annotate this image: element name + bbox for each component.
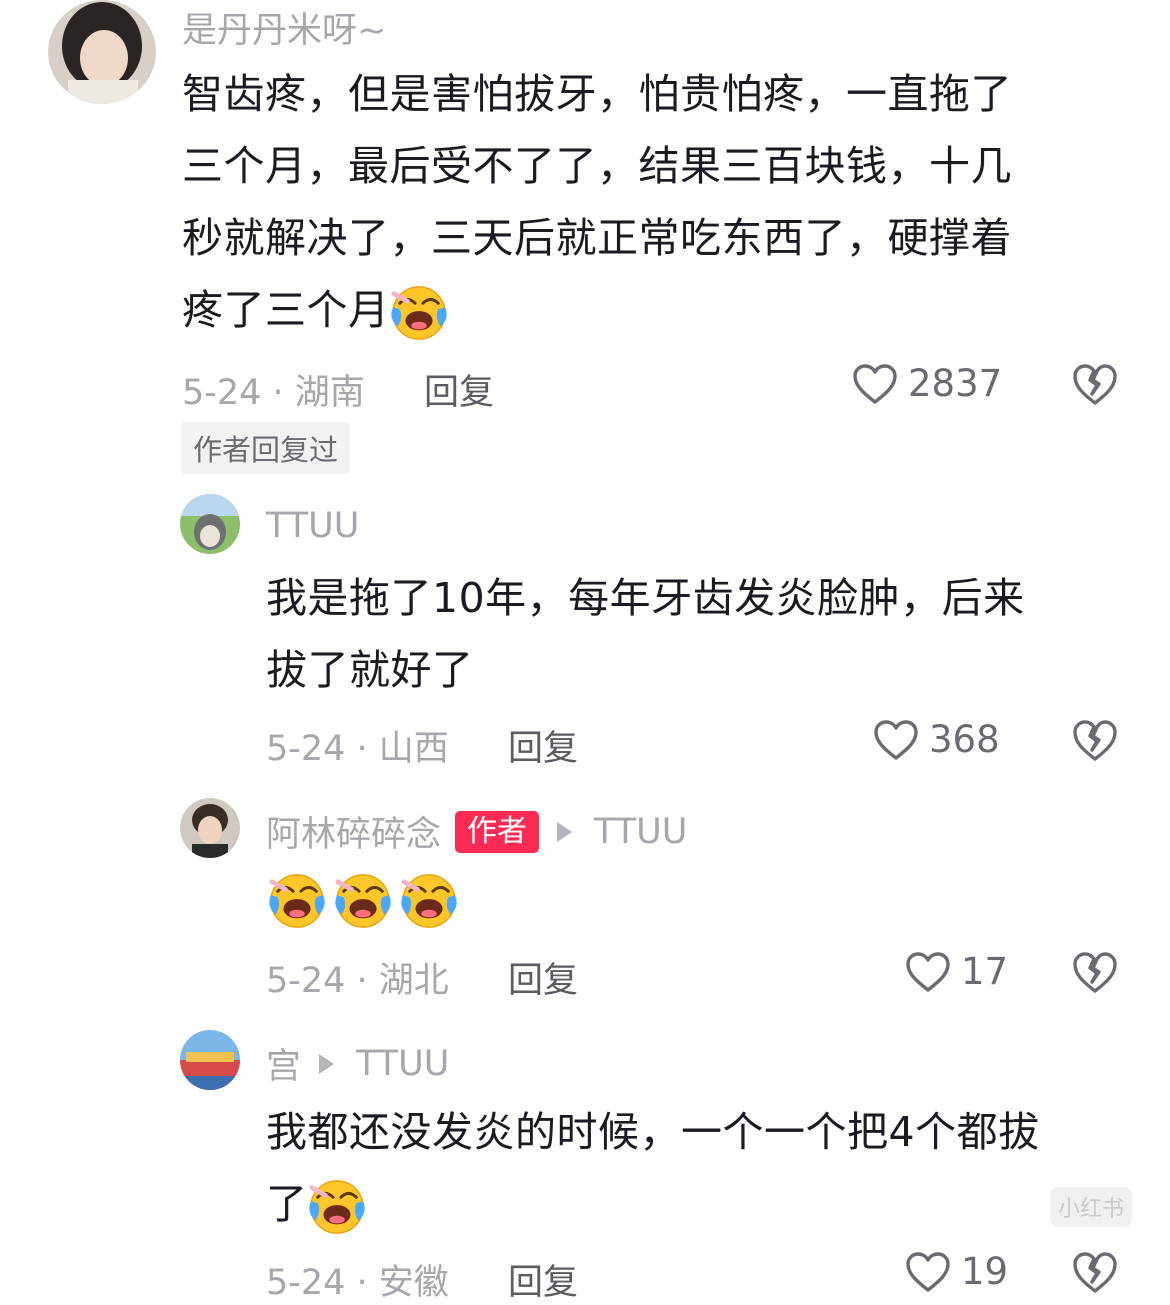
like-count: 17 bbox=[961, 950, 1009, 993]
comment-line: 智齿疼，但是害怕拔牙，怕贵怕疼，一直拖了 bbox=[182, 70, 1012, 118]
dislike-button[interactable] bbox=[1072, 362, 1118, 406]
comment-line: 三个月，最后受不了了，结果三百块钱，十几 bbox=[182, 142, 1012, 190]
avatar-image bbox=[180, 798, 240, 858]
reply-button[interactable]: 回复 bbox=[508, 720, 578, 771]
like-count: 368 bbox=[929, 718, 1000, 761]
comment-text: 智齿疼，但是害怕拔牙，怕贵怕疼，一直拖了 三个月，最后受不了了，结果三百块钱，十… bbox=[182, 58, 1122, 346]
avatar-image bbox=[180, 1030, 240, 1090]
comment-line: 秒就解决了，三天后就正常吃东西了，硬撑着 bbox=[182, 214, 1012, 262]
comment-username[interactable]: 是丹丹米呀~ bbox=[182, 2, 386, 53]
comment-line: 了 bbox=[266, 1168, 1126, 1240]
like-button[interactable]: 17 bbox=[905, 950, 1008, 993]
dislike-button[interactable] bbox=[1072, 950, 1118, 994]
laugh-cry-emoji bbox=[400, 872, 458, 930]
emoji-row bbox=[268, 872, 458, 930]
date-location: 5-24 · 安徽 bbox=[266, 1263, 449, 1303]
comment-username[interactable]: 阿林碎碎念 bbox=[266, 806, 441, 857]
avatar[interactable] bbox=[180, 798, 240, 858]
comment-line-text: 了 bbox=[266, 1180, 308, 1228]
reply-button[interactable]: 回复 bbox=[424, 364, 494, 415]
avatar[interactable] bbox=[180, 1030, 240, 1090]
comment-text: 我都还没发炎的时候，一个一个把4个都拔 了 bbox=[266, 1096, 1126, 1240]
reply-to-username[interactable]: TTUU bbox=[594, 812, 687, 852]
comment-line: 我都还没发炎的时候，一个一个把4个都拔 bbox=[266, 1108, 1040, 1156]
broken-heart-icon bbox=[1072, 718, 1118, 762]
laugh-cry-emoji bbox=[268, 872, 326, 930]
broken-heart-icon bbox=[1072, 362, 1118, 406]
like-button[interactable]: 368 bbox=[873, 718, 1000, 761]
reply-button[interactable]: 回复 bbox=[508, 1254, 578, 1305]
avatar[interactable] bbox=[48, 0, 156, 104]
author-replied-chip: 作者回复过 bbox=[181, 422, 351, 474]
comment-line: 我是拖了10年，每年牙齿发炎脸肿，后来 bbox=[266, 574, 1025, 622]
reply-button[interactable]: 回复 bbox=[508, 952, 578, 1003]
comment-line: 拔了就好了 bbox=[266, 646, 474, 694]
author-badge: 作者 bbox=[455, 810, 540, 853]
broken-heart-icon bbox=[1072, 950, 1118, 994]
like-button[interactable]: 19 bbox=[905, 1250, 1008, 1293]
heart-icon bbox=[873, 719, 919, 761]
dislike-button[interactable] bbox=[1072, 1250, 1118, 1294]
comment-line-text: 疼了三个月 bbox=[182, 286, 390, 334]
like-button[interactable]: 2837 bbox=[852, 362, 1002, 405]
dislike-button[interactable] bbox=[1072, 718, 1118, 762]
comment-header: 宫 TTUU bbox=[266, 1038, 449, 1089]
broken-heart-icon bbox=[1072, 1250, 1118, 1294]
heart-icon bbox=[905, 951, 951, 993]
laugh-cry-emoji bbox=[334, 872, 392, 930]
heart-icon bbox=[905, 1251, 951, 1293]
laugh-cry-emoji bbox=[390, 284, 448, 342]
comment-line: 疼了三个月 bbox=[182, 274, 1122, 346]
comment-header: 阿林碎碎念 作者 TTUU bbox=[266, 806, 687, 857]
reply-to-username[interactable]: TTUU bbox=[356, 1044, 449, 1084]
comment-username[interactable]: TTUU bbox=[266, 506, 359, 546]
avatar[interactable] bbox=[180, 494, 240, 554]
avatar-image bbox=[180, 494, 240, 554]
heart-icon bbox=[852, 363, 898, 405]
like-count: 19 bbox=[961, 1250, 1009, 1293]
date-location: 5-24 · 湖北 bbox=[266, 961, 449, 1001]
laugh-cry-emoji bbox=[308, 1178, 366, 1236]
watermark: 小红书 bbox=[1050, 1187, 1132, 1227]
comment-text: 我是拖了10年，每年牙齿发炎脸肿，后来 拔了就好了 bbox=[266, 562, 1126, 706]
date-location: 5-24 · 山西 bbox=[266, 729, 449, 769]
date-location: 5-24 · 湖南 bbox=[182, 373, 365, 413]
comment-username[interactable]: 宫 bbox=[266, 1038, 301, 1089]
like-count: 2837 bbox=[908, 362, 1003, 405]
avatar-image bbox=[48, 0, 156, 104]
arrow-right-icon bbox=[319, 1053, 335, 1074]
arrow-right-icon bbox=[557, 821, 573, 842]
